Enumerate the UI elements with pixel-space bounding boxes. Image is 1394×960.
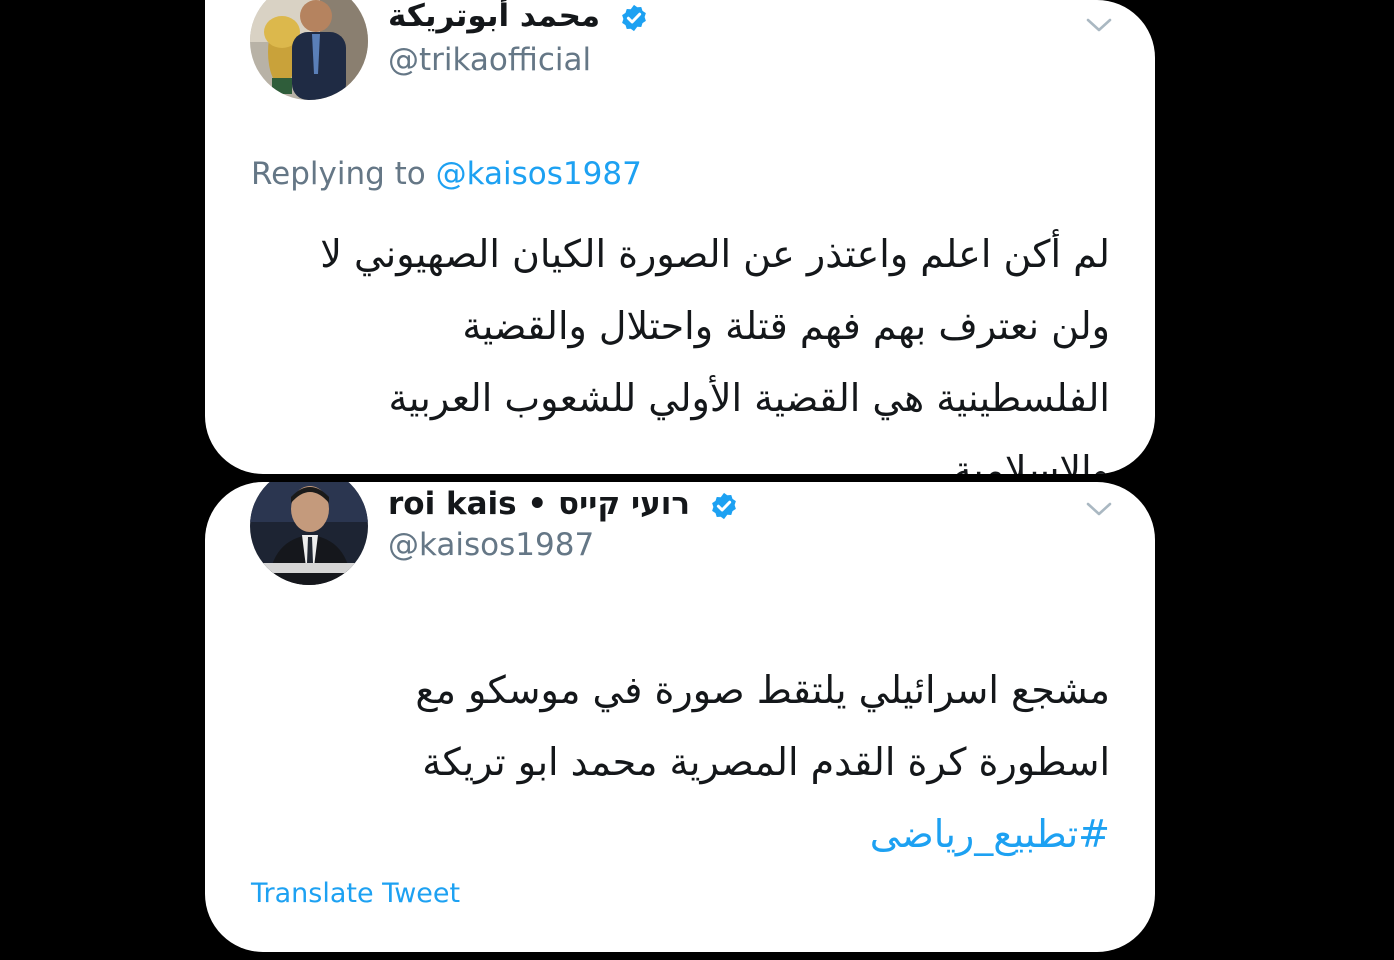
original-tweet-card[interactable]: roi kais • רועי קייס @kaisos1987 مشجع اس… xyxy=(205,482,1155,952)
user-handle[interactable]: @kaisos1987 xyxy=(388,527,594,563)
replying-to-label: Replying to xyxy=(251,156,426,192)
tweet-body-line: الفلسطينية هي القضية الأولي للشعوب العرب… xyxy=(388,376,1110,420)
tweet-body-line: والاسلامية xyxy=(952,448,1110,474)
replying-to-mention-link[interactable]: @kaisos1987 xyxy=(436,156,642,192)
tweet-body: مشجع اسرائيلي يلتقط صورة في موسكو مع اسط… xyxy=(415,654,1110,870)
replying-to-line: Replying to @kaisos1987 xyxy=(251,156,642,192)
reply-tweet-card[interactable]: محمد أبوتريكة @trikaofficial Replying to… xyxy=(205,0,1155,474)
tweet-body-line: ولن نعترف بهم فهم قتلة واحتلال والقضية xyxy=(462,304,1110,348)
display-name-text: roi kais • רועי קייס xyxy=(388,486,691,522)
verified-badge-icon xyxy=(622,4,646,31)
hashtag-link[interactable]: #تطبيع_رياضى xyxy=(415,798,1110,870)
avatar-photo xyxy=(250,482,368,585)
chevron-down-icon[interactable] xyxy=(1085,500,1113,518)
tweet-body-line: مشجع اسرائيلي يلتقط صورة في موسكو مع xyxy=(415,668,1110,712)
translate-tweet-link[interactable]: Translate Tweet xyxy=(251,878,460,909)
tweet-body: لم أكن اعلم واعتذر عن الصورة الكيان الصه… xyxy=(240,218,1110,474)
tweet-body-line: لم أكن اعلم واعتذر عن الصورة الكيان الصه… xyxy=(320,232,1110,276)
avatar[interactable] xyxy=(250,482,368,585)
avatar-photo xyxy=(250,0,368,100)
display-name[interactable]: roi kais • רועי קייס xyxy=(388,486,739,522)
display-name-text: محمد أبوتريكة xyxy=(388,0,601,34)
verified-badge-icon xyxy=(711,492,736,519)
tweet-body-line: اسطورة كرة القدم المصرية محمد ابو تريكة xyxy=(422,740,1110,784)
avatar[interactable] xyxy=(250,0,368,100)
chevron-down-icon[interactable] xyxy=(1085,16,1113,34)
display-name[interactable]: محمد أبوتريكة xyxy=(388,0,649,34)
user-handle[interactable]: @trikaofficial xyxy=(388,42,591,78)
